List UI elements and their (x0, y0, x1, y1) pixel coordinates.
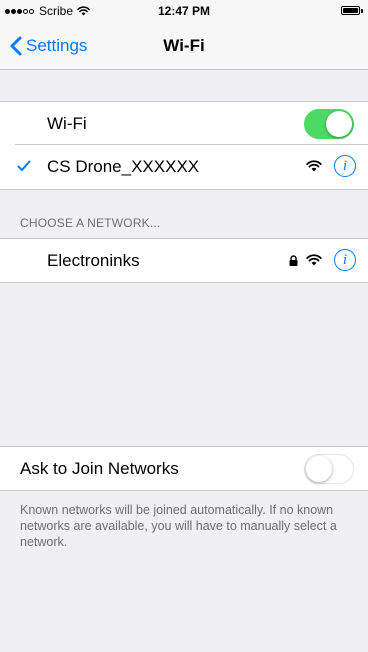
info-icon: i (342, 251, 348, 268)
lock-icon (289, 254, 298, 266)
wifi-signal-icon (306, 254, 322, 266)
ask-to-join-footer: Known networks will be joined automatica… (20, 503, 337, 549)
network-row[interactable]: Electroninks i (0, 239, 368, 282)
info-button-network[interactable]: i (334, 249, 356, 271)
connected-network-row[interactable]: CS Drone_XXXXXX i (0, 145, 368, 188)
toggle-knob (306, 456, 332, 482)
status-bar: Scribe 12:47 PM (0, 0, 368, 22)
battery-tip (361, 9, 363, 13)
wifi-settings-group: Wi-Fi CS Drone_XXXXXX i (0, 101, 368, 190)
connected-network-name: CS Drone_XXXXXX (47, 156, 200, 176)
battery-icon (341, 6, 360, 15)
toggle-knob (326, 111, 352, 137)
wifi-toggle-row: Wi-Fi (0, 102, 368, 145)
ask-to-join-row: Ask to Join Networks (0, 447, 368, 490)
ask-to-join-label: Ask to Join Networks (20, 458, 179, 478)
ask-to-join-toggle-switch[interactable] (304, 454, 354, 484)
page-title: Wi-Fi (163, 36, 205, 55)
wifi-signal-icon (306, 160, 322, 172)
navigation-bar: Settings Wi-Fi (0, 22, 368, 70)
ask-to-join-group: Ask to Join Networks (0, 446, 368, 491)
section-header-choose-network: CHOOSE A NETWORK... (20, 216, 161, 230)
info-icon: i (342, 157, 348, 174)
available-networks-group: Electroninks i (0, 238, 368, 283)
network-name: Electroninks (47, 250, 140, 270)
status-time: 12:47 PM (157, 4, 211, 18)
wifi-toggle-label: Wi-Fi (47, 113, 87, 133)
info-button-connected-network[interactable]: i (334, 155, 356, 177)
checkmark-icon (17, 160, 31, 171)
wifi-toggle-switch[interactable] (304, 109, 354, 139)
